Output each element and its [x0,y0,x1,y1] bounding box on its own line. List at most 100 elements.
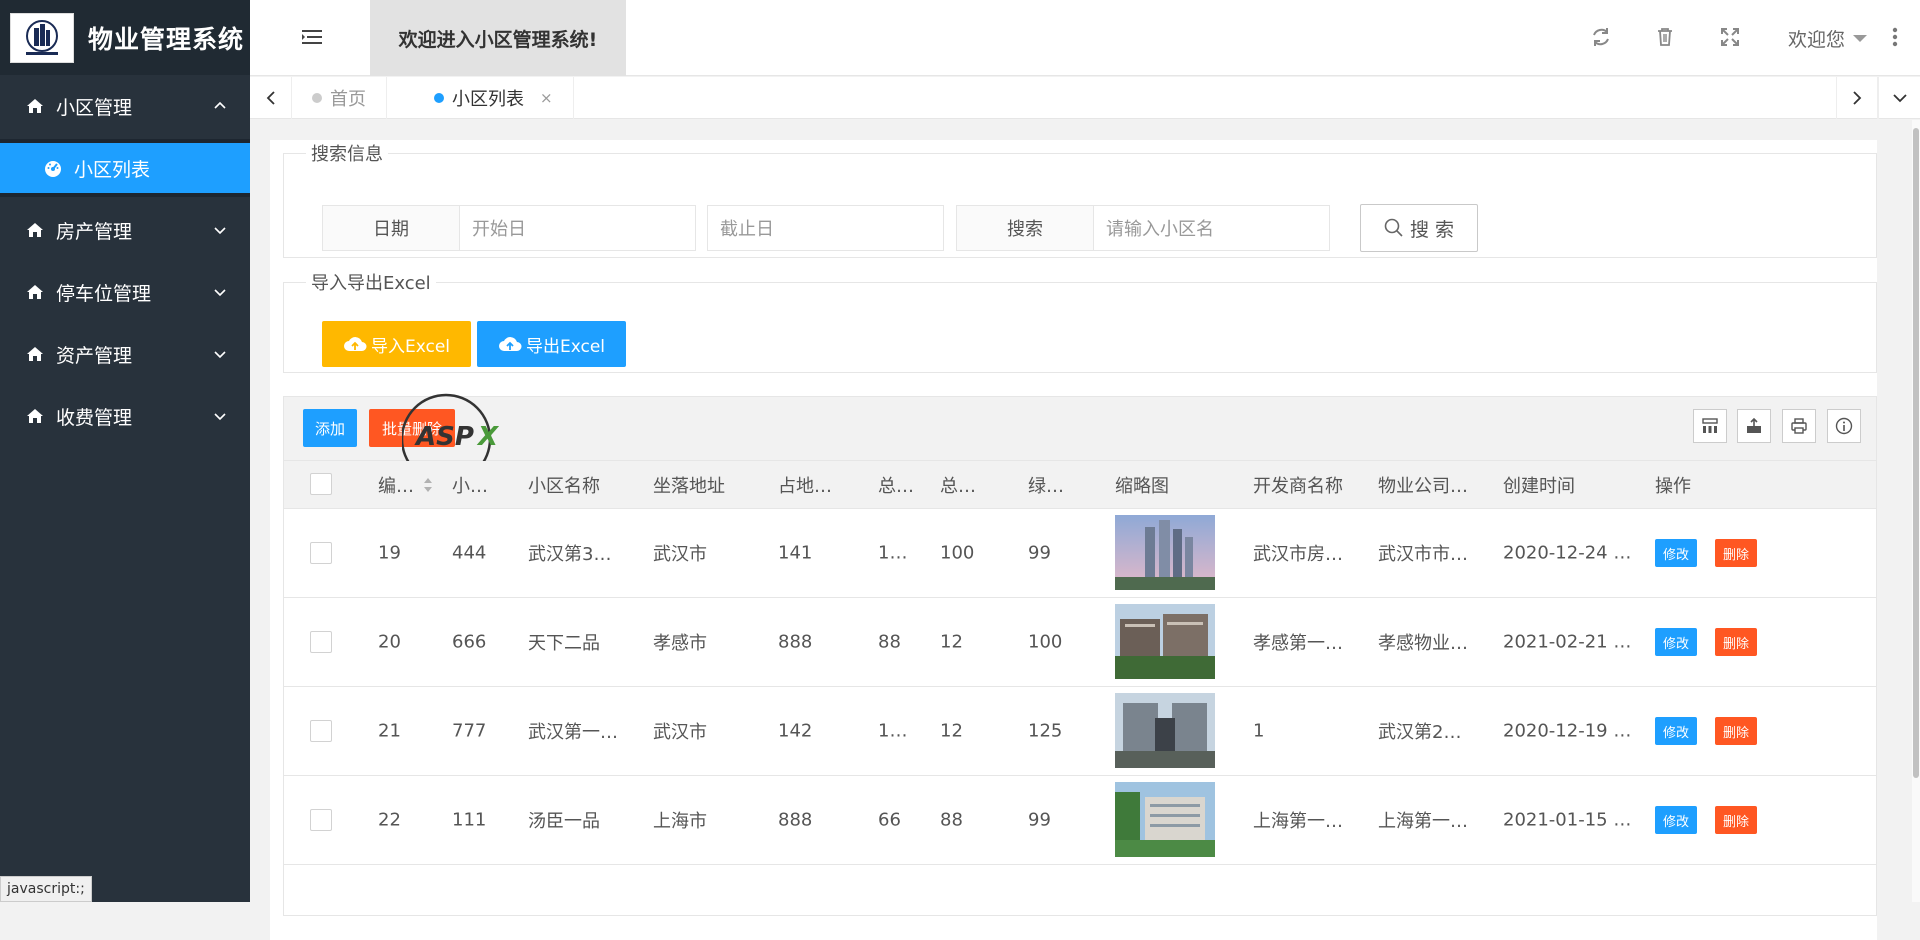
delete-button[interactable]: 删除 [1715,628,1757,656]
sidebar-subitem-community-list[interactable]: 小区列表 [0,139,250,197]
cell-developer: 1 [1253,720,1265,742]
tab-home[interactable]: 首页 [292,77,387,119]
vertical-scrollbar[interactable] [1912,120,1920,902]
cell-area: 888 [778,809,813,831]
sidebar-item-community[interactable]: 小区管理 [0,75,250,137]
cell-code: 666 [452,631,487,653]
cell-green: 99 [1028,542,1051,564]
edit-button[interactable]: 修改 [1655,806,1697,834]
cell-created: 2020-12-19 … [1503,720,1632,742]
trash-icon[interactable] [1654,26,1676,48]
more-vertical-icon[interactable] [1892,26,1898,48]
cell-area: 141 [778,542,813,564]
cell-total1: 88 [878,631,901,653]
user-menu[interactable]: 欢迎您 [1788,0,1868,76]
edit-button[interactable]: 修改 [1655,539,1697,567]
cell-id: 21 [378,720,401,742]
tab-community-list[interactable]: 小区列表 × [414,77,574,119]
table-toolbar: 添加 批量删除 ASP X [284,393,1876,485]
export-excel-button[interactable]: 导出Excel [477,321,626,367]
start-date-input[interactable]: 开始日 [460,205,696,251]
print-button[interactable] [1782,409,1816,443]
status-bar-link-preview: javascript:; [0,876,92,902]
row-checkbox[interactable] [310,542,332,564]
cell-green: 100 [1028,631,1063,653]
col-header-total2: 总… [940,475,976,497]
menu-toggle-icon[interactable] [302,28,322,46]
export-button[interactable] [1737,409,1771,443]
refresh-icon[interactable] [1590,26,1612,48]
import-excel-button[interactable]: 导入Excel [322,321,471,367]
thumbnail-image[interactable] [1115,782,1215,857]
cell-developer: 武汉市房… [1253,544,1343,565]
sidebar-item-label: 收费管理 [56,406,133,429]
delete-button[interactable]: 删除 [1715,539,1757,567]
row-checkbox[interactable] [310,631,332,653]
col-header-created: 创建时间 [1503,475,1575,497]
table-header: 编… 小… 小区名称 坐落地址 占地… 总… 总… 绿… 缩略图 开发商名称 物… [284,461,1876,509]
add-button[interactable]: 添加 [303,409,357,447]
home-icon [27,347,43,361]
welcome-tab[interactable]: 欢迎进入小区管理系统! [370,0,626,76]
cell-total1: 66 [878,809,901,831]
import-excel-label: 导入Excel [370,336,451,357]
dashboard-icon [45,161,61,177]
edit-button[interactable]: 修改 [1655,628,1697,656]
columns-filter-button[interactable] [1693,409,1727,443]
row-checkbox[interactable] [310,809,332,831]
col-header-id[interactable]: 编… [378,472,414,498]
select-all-checkbox[interactable] [310,473,332,495]
cell-property: 孝感物业… [1378,633,1468,654]
end-date-input[interactable]: 截止日 [707,205,944,251]
thumbnail-image[interactable] [1115,604,1215,679]
cell-property: 武汉市市… [1378,544,1468,565]
chevron-down-icon [214,413,226,421]
logo [10,12,74,63]
info-button[interactable] [1827,409,1861,443]
export-icon [1747,417,1761,433]
sidebar-item-billing[interactable]: 收费管理 [0,385,250,447]
table-row: 22 111 汤臣一品 上海市 888 66 88 99 上海第一… 上海第一…… [284,776,1876,865]
delete-button[interactable]: 删除 [1715,717,1757,745]
sidebar-item-parking[interactable]: 停车位管理 [0,261,250,323]
cloud-upload-icon [498,337,522,351]
search-legend: 搜索信息 [311,144,383,165]
sort-icon[interactable] [423,475,433,495]
tab-scroll-right-button[interactable] [1836,77,1878,119]
table-row: 21 777 武汉第一… 武汉市 142 1… 12 125 1 武汉第2… 2… [284,687,1876,776]
col-header-address: 坐落地址 [653,475,725,497]
thumbnail-image[interactable] [1115,693,1215,768]
home-icon [27,409,43,423]
col-header-total1: 总… [878,475,914,497]
table-row: 19 444 武汉第3… 武汉市 141 1… 100 99 武汉市房… 武汉市… [284,509,1876,598]
search-button-label: 搜 索 [1409,218,1455,241]
sidebar-item-property[interactable]: 房产管理 [0,199,250,261]
fullscreen-icon[interactable] [1719,26,1741,48]
row-checkbox[interactable] [310,720,332,742]
col-header-developer: 开发商名称 [1253,475,1343,497]
scrollbar-thumb[interactable] [1913,128,1919,778]
search-button[interactable]: 搜 索 [1360,204,1478,252]
top-header: 欢迎进入小区管理系统! 欢迎您 [250,0,1920,76]
tab-scroll-left-button[interactable] [250,77,292,119]
tab-label: 首页 [330,89,366,110]
info-icon [1835,417,1853,435]
close-icon[interactable]: × [540,89,553,107]
cell-address: 武汉市 [653,722,707,743]
edit-button[interactable]: 修改 [1655,717,1697,745]
chevron-left-icon [266,91,275,105]
cloud-upload-icon [343,337,367,351]
table-row: 20 666 天下二品 孝感市 888 88 12 100 孝感第一… 孝感物业… [284,598,1876,687]
thumbnail-image[interactable] [1115,515,1215,590]
columns-icon [1702,418,1718,433]
community-name-input[interactable]: 请输入小区名 [1094,205,1330,251]
sidebar-item-assets[interactable]: 资产管理 [0,323,250,385]
tab-status-dot [434,93,444,103]
col-header-thumbnail: 缩略图 [1115,475,1169,497]
search-label: 搜索 [956,205,1094,251]
tab-options-button[interactable] [1878,77,1920,119]
delete-button[interactable]: 删除 [1715,806,1757,834]
greeting-text: 欢迎您 [1788,28,1846,51]
cell-id: 22 [378,809,401,831]
cell-created: 2021-01-15 … [1503,809,1632,831]
